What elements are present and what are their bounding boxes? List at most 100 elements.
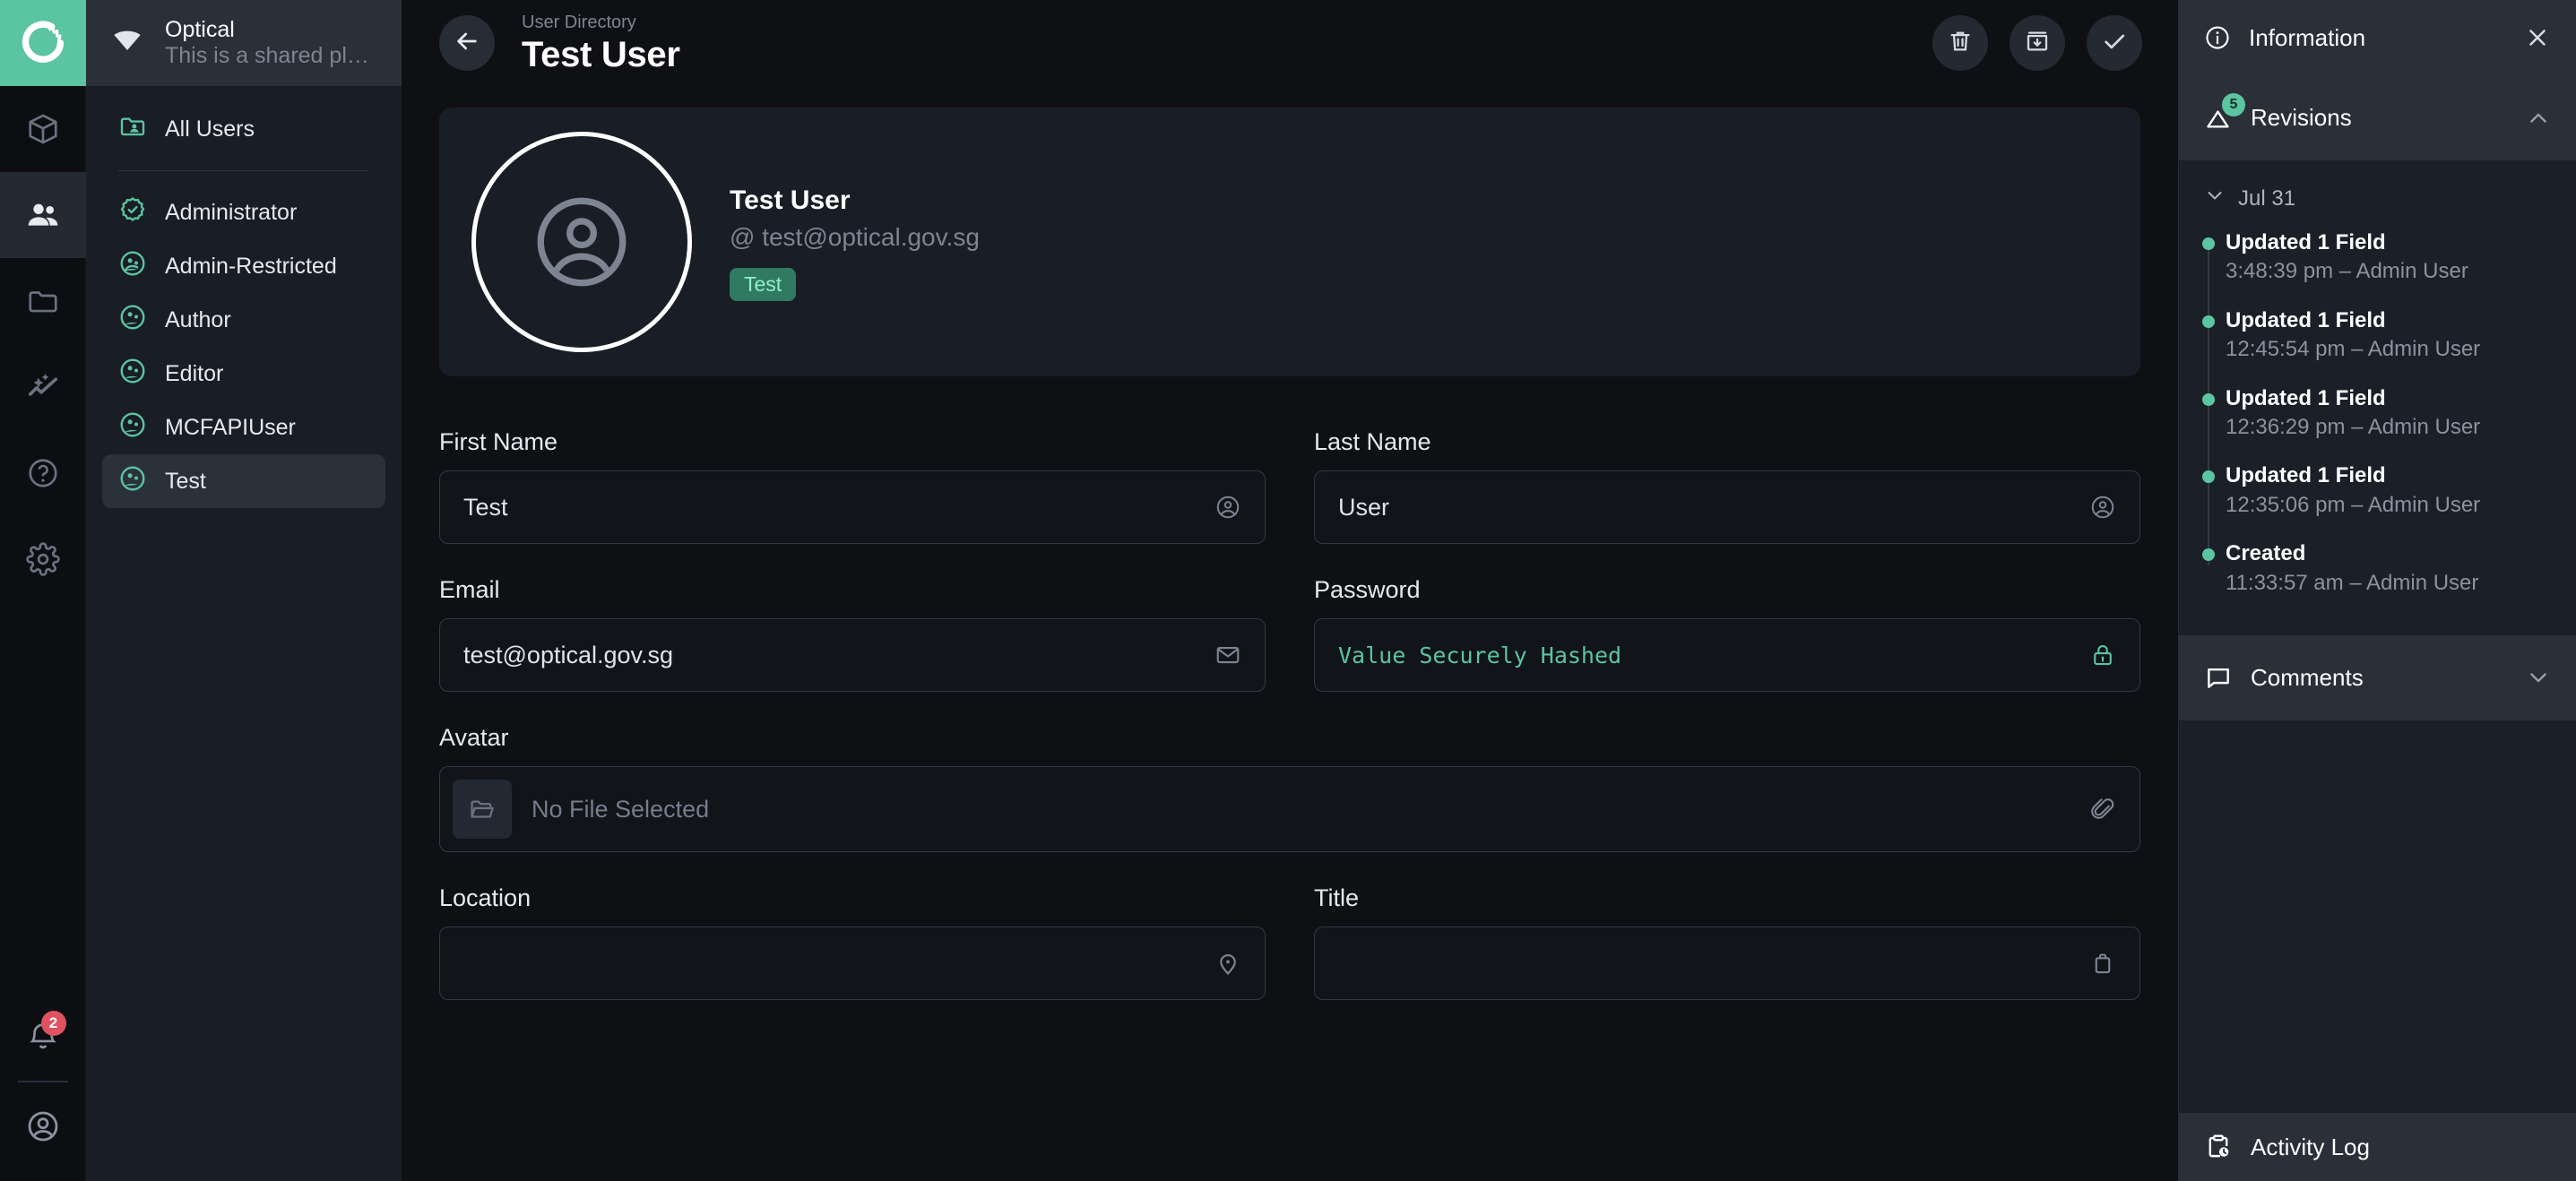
sidebar-item-label: All Users [165, 116, 255, 142]
revision-date-label: Jul 31 [2238, 185, 2296, 211]
profile-info: Test User @ test@optical.gov.sg Test [730, 183, 980, 302]
profile-handle: @ test@optical.gov.sg [730, 222, 980, 251]
map-pin-icon [1215, 950, 1241, 977]
avatar-file-input[interactable]: No File Selected [439, 766, 2140, 852]
revision-title: Updated 1 Field [2226, 230, 2386, 254]
nav-sidebar: Optical This is a shared playgr... All U… [86, 0, 402, 1181]
revisions-list-container: Jul 31 Updated 1 Field 3:48:39 pm – Admi… [2179, 161, 2576, 635]
folder-user-icon [118, 112, 147, 147]
trash-icon [1947, 28, 1974, 59]
rail-item-models[interactable] [0, 86, 86, 172]
list-item[interactable]: Updated 1 Field 3:48:39 pm – Admin User [2202, 228, 2576, 287]
sidebar-item-label: Author [165, 306, 231, 332]
folder-open-icon [453, 780, 512, 839]
list-item[interactable]: Updated 1 Field 12:36:29 pm – Admin User [2202, 384, 2576, 443]
project-title: Optical [165, 16, 235, 42]
activity-log-section[interactable]: Activity Log [2179, 1113, 2576, 1181]
sidebar-item-all-users[interactable]: All Users [102, 102, 385, 156]
last-name-input[interactable]: User [1314, 470, 2140, 544]
badge-check-icon [118, 195, 147, 230]
archive-down-icon [2024, 28, 2051, 59]
status-badge: Test [730, 268, 797, 302]
chevron-down-icon [2204, 185, 2226, 212]
lock-icon [2089, 642, 2116, 668]
comment-icon [2204, 663, 2233, 692]
icon-rail: 2 [0, 0, 86, 1181]
revision-title: Created [2226, 541, 2306, 566]
revision-meta: 12:45:54 pm – Admin User [2226, 337, 2481, 362]
revision-title: Updated 1 Field [2226, 463, 2386, 488]
project-text: Optical This is a shared playgr... [165, 17, 378, 70]
sidebar-item-admin-restricted[interactable]: Admin-Restricted [102, 239, 385, 293]
rail-item-settings[interactable] [0, 516, 86, 602]
rail-item-insights[interactable] [0, 344, 86, 430]
user-role-icon [118, 303, 147, 338]
breadcrumb[interactable]: User Directory [522, 11, 680, 34]
chevron-down-icon[interactable] [2526, 665, 2551, 690]
first-name-input[interactable]: Test [439, 470, 1266, 544]
profile-card: Test User @ test@optical.gov.sg Test [439, 108, 2140, 376]
comments-title: Comments [2251, 663, 2364, 691]
rail-item-users[interactable] [0, 172, 86, 258]
field-avatar: Avatar No File Selected [439, 724, 2140, 852]
field-label: Location [439, 884, 532, 911]
revision-meta: 12:36:29 pm – Admin User [2226, 414, 2481, 439]
avatar [471, 132, 692, 352]
file-placeholder: No File Selected [532, 795, 710, 823]
information-panel: Information 5 Revisions Jul 31 Updated 1… [2178, 0, 2576, 1181]
user-role-icon [118, 464, 147, 499]
comments-section-header[interactable]: Comments [2179, 634, 2576, 721]
account-button[interactable] [0, 1088, 86, 1165]
sidebar-item-administrator[interactable]: Administrator [102, 185, 385, 239]
sidebar-item-editor[interactable]: Editor [102, 347, 385, 401]
project-switcher[interactable]: Optical This is a shared playgr... [86, 0, 402, 86]
field-password: Password Value Securely Hashed [1314, 576, 2140, 692]
user-icon [1215, 494, 1241, 521]
arrow-left-icon [453, 27, 481, 60]
sidebar-item-test[interactable]: Test [102, 454, 385, 508]
title-input[interactable] [1314, 927, 2140, 1000]
field-location: Location [439, 884, 1266, 1000]
row-names: First Name Test Last Name User [439, 428, 2140, 544]
delete-button[interactable] [1932, 15, 1988, 71]
rail-item-help[interactable] [0, 430, 86, 516]
list-item[interactable]: Updated 1 Field 12:35:06 pm – Admin User [2202, 461, 2576, 520]
close-icon[interactable] [2524, 24, 2551, 51]
paperclip-icon[interactable] [2089, 796, 2116, 823]
project-subtitle: This is a shared playgr... [165, 43, 378, 69]
rail-item-files[interactable] [0, 258, 86, 344]
top-toolbar: User Directory Test User [402, 0, 2178, 86]
revision-dot [2202, 548, 2215, 562]
email-field[interactable]: test@optical.gov.sg [439, 618, 1266, 692]
notifications-button[interactable]: 2 [0, 998, 86, 1075]
archive-button[interactable] [2010, 15, 2065, 71]
app-logo-icon[interactable] [0, 0, 86, 86]
field-value: Value Securely Hashed [1338, 642, 1622, 668]
chevron-up-icon[interactable] [2526, 106, 2551, 131]
revision-meta: 11:33:57 am – Admin User [2226, 570, 2479, 595]
list-item[interactable]: Created 11:33:57 am – Admin User [2202, 539, 2576, 598]
revisions-title: Revisions [2251, 104, 2352, 131]
revisions-badge: 5 [2222, 92, 2245, 116]
revisions-section-header[interactable]: 5 Revisions [2179, 75, 2576, 161]
clipboard-clock-icon [2204, 1133, 2233, 1161]
field-title: Title [1314, 884, 2140, 1000]
sidebar-item-mcfapiuser[interactable]: MCFAPIUser [102, 401, 385, 454]
field-label: Avatar [439, 724, 509, 751]
field-last-name: Last Name User [1314, 428, 2140, 544]
back-button[interactable] [439, 15, 495, 71]
field-label: Password [1314, 576, 1421, 603]
drop-icon [109, 23, 145, 64]
list-item[interactable]: Updated 1 Field 12:45:54 pm – Admin User [2202, 306, 2576, 365]
field-value: test@optical.gov.sg [463, 641, 674, 668]
sidebar-item-author[interactable]: Author [102, 293, 385, 347]
location-input[interactable] [439, 927, 1266, 1000]
title-block: User Directory Test User [522, 11, 680, 75]
revision-date-group[interactable]: Jul 31 [2179, 185, 2576, 228]
password-field[interactable]: Value Securely Hashed [1314, 618, 2140, 692]
check-icon [2100, 27, 2129, 60]
field-value: User [1338, 493, 1390, 521]
save-button[interactable] [2087, 15, 2142, 71]
revision-items: Updated 1 Field 3:48:39 pm – Admin User … [2179, 228, 2576, 598]
revision-dot [2202, 315, 2215, 328]
